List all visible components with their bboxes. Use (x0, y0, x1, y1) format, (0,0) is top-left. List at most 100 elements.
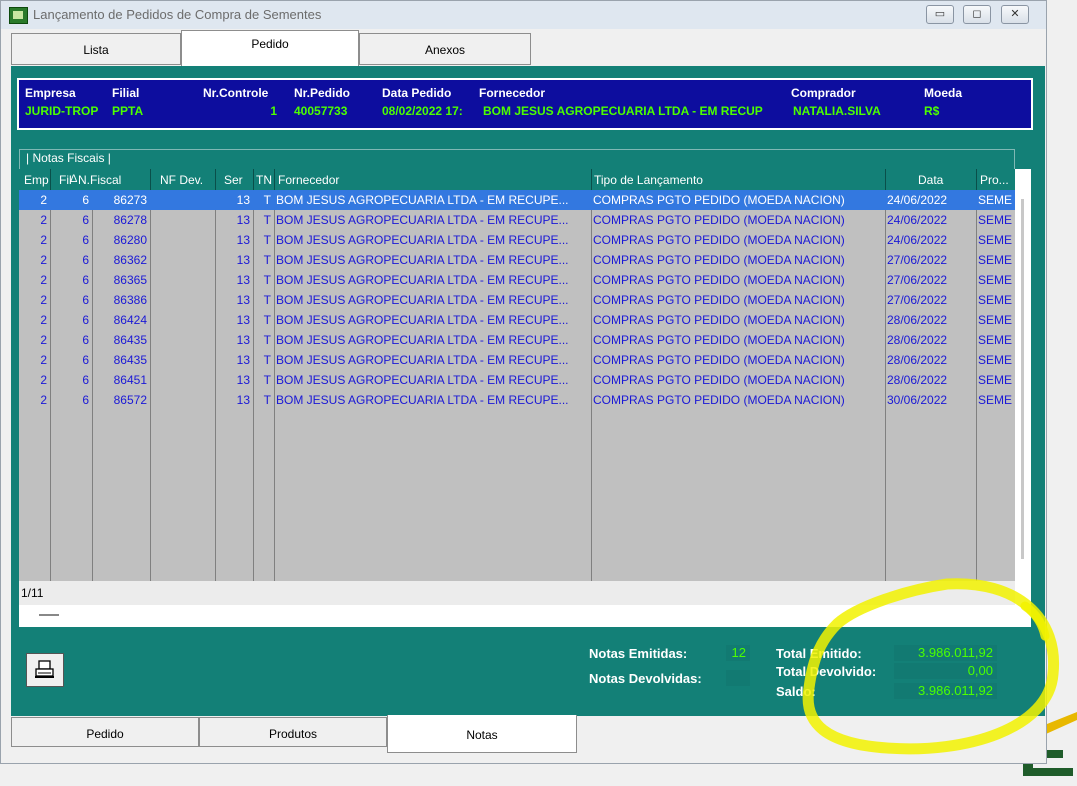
vertical-scrollbar[interactable] (1015, 169, 1031, 605)
tab-notas[interactable]: Notas (387, 715, 577, 753)
col-separator[interactable] (885, 169, 886, 190)
fornecedor-label: Fornecedor (479, 86, 546, 100)
main-window: Lançamento de Pedidos de Compra de Semen… (0, 0, 1047, 764)
cell-fil: 6 (82, 213, 89, 227)
total-emitido-label: Total Emitido: (776, 646, 862, 661)
cell-fil: 6 (82, 233, 89, 247)
table-row[interactable]: 2 6 86451 13 T BOM JESUS AGROPECUARIA LTDA - … (19, 370, 1015, 390)
col-data[interactable]: Data (918, 173, 943, 187)
tab-bottom-pedido[interactable]: Pedido (11, 717, 199, 747)
cell-nfdev (150, 310, 215, 330)
table-row[interactable]: 2 6 86386 13 T BOM JESUS AGROPECUARIA LTDA - … (19, 290, 1015, 310)
cell-emp: 2 (40, 273, 47, 287)
col-emp[interactable]: Emp (24, 173, 49, 187)
cell-ser: 13 (236, 373, 250, 387)
moeda-label: Moeda (924, 86, 963, 100)
cell-emp: 2 (40, 313, 47, 327)
cell-data: 28/06/2022 (887, 353, 948, 367)
cell-fornecedor: BOM JESUS AGROPECUARIA LTDA - EM RECUPE.… (276, 293, 569, 307)
cell-tipo: COMPRAS PGTO PEDIDO (MOEDA NACION) (593, 293, 845, 307)
cell-data: 24/06/2022 (887, 213, 948, 227)
scrollbar-thumb[interactable] (1021, 199, 1024, 559)
cell-tn: T (263, 333, 271, 347)
cell-tn: T (263, 273, 271, 287)
cell-pro: SEME (978, 373, 1013, 387)
col-separator[interactable] (215, 169, 216, 190)
col-nfdev[interactable]: NF Dev. (160, 173, 203, 187)
tab-label: Lista (83, 43, 109, 57)
cell-fil: 6 (82, 313, 89, 327)
saldo-value: 3.986.011,92 (894, 683, 997, 699)
notas-emitidas-value: 12 (726, 645, 750, 661)
col-separator[interactable] (591, 169, 592, 190)
maximize-button[interactable]: ◻ (963, 5, 991, 24)
nr-controle-value: 1 (270, 104, 277, 118)
cell-fornecedor: BOM JESUS AGROPECUARIA LTDA - EM RECUPE.… (276, 273, 569, 287)
print-button[interactable] (26, 653, 64, 687)
cell-ser: 13 (236, 233, 250, 247)
cell-pro: SEME (978, 253, 1013, 267)
table-row[interactable]: 2 6 86362 13 T BOM JESUS AGROPECUARIA LTDA - … (19, 250, 1015, 270)
horizontal-scrollbar[interactable] (19, 605, 1031, 627)
cell-tn: T (263, 313, 271, 327)
cell-tn: T (263, 233, 271, 247)
notas-devolvidas-label: Notas Devolvidas: (589, 671, 702, 686)
col-tn[interactable]: TN (256, 173, 272, 187)
title-bar[interactable]: Lançamento de Pedidos de Compra de Semen… (1, 1, 1046, 29)
tab-lista[interactable]: Lista (11, 33, 181, 65)
cell-ser: 13 (236, 313, 250, 327)
cell-data: 28/06/2022 (887, 313, 948, 327)
col-tipo[interactable]: Tipo de Lançamento (594, 173, 703, 187)
cell-tn: T (263, 353, 271, 367)
notas-grid[interactable]: 2 6 86273 13 T BOM JESUS AGROPECUARIA LTDA - … (19, 190, 1015, 581)
cell-data: 27/06/2022 (887, 253, 948, 267)
table-row[interactable]: 2 6 86278 13 T BOM JESUS AGROPECUARIA LTDA - … (19, 210, 1015, 230)
cell-tipo: COMPRAS PGTO PEDIDO (MOEDA NACION) (593, 273, 845, 287)
cell-nfiscal: 86386 (113, 293, 147, 307)
tab-produtos[interactable]: Produtos (199, 717, 387, 747)
nr-controle-label: Nr.Controle (203, 86, 269, 100)
record-counter: 1/11 (21, 586, 44, 600)
close-button[interactable]: ✕ (1001, 5, 1029, 24)
cell-ser: 13 (236, 273, 250, 287)
cell-ser: 13 (236, 393, 250, 407)
col-nfiscal[interactable]: N.Fiscal (78, 173, 121, 187)
col-fornecedor[interactable]: Fornecedor (278, 173, 339, 187)
col-separator[interactable] (150, 169, 151, 190)
cell-pro: SEME (978, 313, 1013, 327)
col-separator[interactable] (50, 169, 51, 190)
table-row[interactable]: 2 6 86435 13 T BOM JESUS AGROPECUARIA LTDA - … (19, 350, 1015, 370)
cell-tn: T (263, 213, 271, 227)
tab-pedido[interactable]: Pedido (181, 30, 359, 66)
table-row[interactable]: 2 6 86273 13 T BOM JESUS AGROPECUARIA LTDA - … (19, 190, 1015, 210)
col-separator[interactable] (253, 169, 254, 190)
col-separator[interactable] (976, 169, 977, 190)
col-separator[interactable] (274, 169, 275, 190)
cell-data: 28/06/2022 (887, 373, 948, 387)
cell-tipo: COMPRAS PGTO PEDIDO (MOEDA NACION) (593, 373, 845, 387)
close-icon: ✕ (1010, 8, 1020, 20)
minimize-button[interactable]: ▭ (926, 5, 954, 24)
col-pro[interactable]: Pro... (980, 173, 1009, 187)
filial-value: PPTA (112, 104, 144, 118)
comprador-label: Comprador (791, 86, 856, 100)
tab-anexos[interactable]: Anexos (359, 33, 531, 65)
scrollbar-thumb[interactable] (39, 614, 59, 616)
grid-status-strip: 1/11 (19, 581, 1015, 605)
table-row[interactable]: 2 6 86424 13 T BOM JESUS AGROPECUARIA LTDA - … (19, 310, 1015, 330)
table-row[interactable]: 2 6 86280 13 T BOM JESUS AGROPECUARIA LTDA - … (19, 230, 1015, 250)
data-pedido-label: Data Pedido (382, 86, 452, 100)
table-row[interactable]: 2 6 86365 13 T BOM JESUS AGROPECUARIA LTDA - … (19, 270, 1015, 290)
cell-fornecedor: BOM JESUS AGROPECUARIA LTDA - EM RECUPE.… (276, 253, 569, 267)
cell-emp: 2 (40, 253, 47, 267)
col-ser[interactable]: Ser (224, 173, 243, 187)
table-row[interactable]: 2 6 86572 13 T BOM JESUS AGROPECUARIA LTDA - … (19, 390, 1015, 410)
tab-label: Pedido (86, 727, 124, 741)
cell-tipo: COMPRAS PGTO PEDIDO (MOEDA NACION) (593, 213, 845, 227)
table-row[interactable]: 2 6 86435 13 T BOM JESUS AGROPECUARIA LTDA - … (19, 330, 1015, 350)
tab-label: Anexos (424, 43, 466, 57)
sort-indicator-icon: Δ (70, 173, 78, 185)
nr-pedido-value: 40057733 (294, 104, 348, 118)
cell-nfiscal: 86273 (113, 193, 147, 207)
cell-data: 24/06/2022 (887, 233, 948, 247)
